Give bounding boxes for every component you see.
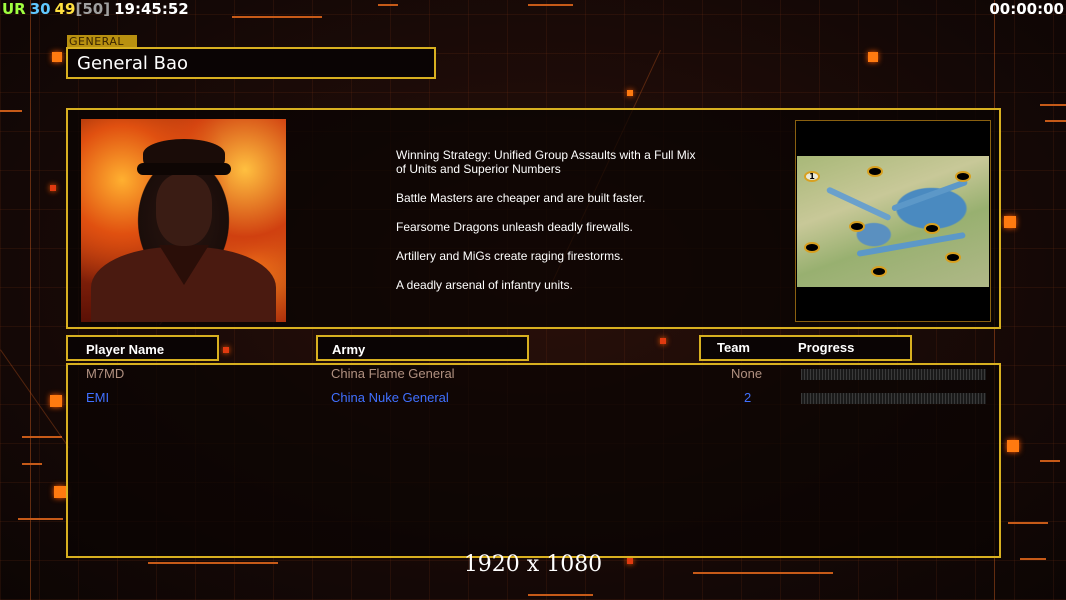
hud-stat-part: 30 [29,0,51,18]
map-player-marker: 1 [809,172,815,181]
hud-stats: UR 30 49[50] 19:45:52 [2,0,189,19]
strategy-line: Artillery and MiGs create raging firesto… [396,249,624,263]
strategy-line: Battle Masters are cheaper and are built… [396,191,646,205]
army-header: Army [316,335,529,361]
team-header-label: Team [717,340,750,355]
player-progress-bar [801,393,986,404]
table-row: M7MD China Flame General None [68,366,999,384]
progress-header-label: Progress [798,340,855,355]
map-image: 1 [797,156,989,287]
player-progress-bar [801,369,986,380]
strategy-line: Winning Strategy: Unified Group Assaults… [396,148,696,176]
strategy-description: Winning Strategy: Unified Group Assaults… [396,148,696,307]
resolution-label: 1920 x 1080 [463,552,603,577]
player-team: 2 [744,390,752,405]
player-name: M7MD [86,366,125,381]
hud-stat-part: 19:45:52 [114,0,189,18]
strategy-line: A deadly arsenal of infantry units. [396,278,573,292]
general-name: General Bao [77,53,189,74]
army-header-label: Army [332,342,366,357]
general-name-box: General Bao [66,47,436,79]
player-team: None [731,366,763,381]
table-row: EMI China Nuke General 2 [68,390,999,408]
strategy-line: Fearsome Dragons unleash deadly firewall… [396,220,633,234]
hud-stat-part: 49 [54,0,76,18]
map-preview: 1 [795,120,991,322]
game-timer: 00:00:00 [989,0,1064,18]
hud-stat-part: UR [2,0,26,18]
player-list: M7MD China Flame General None EMI China … [66,363,1001,558]
player-army: China Flame General [331,366,455,381]
hud-stat-part: [50] [75,0,111,18]
player-army: China Nuke General [331,390,449,405]
general-info-panel: Winning Strategy: Unified Group Assaults… [66,108,1001,329]
player-name-header: Player Name [66,335,219,361]
player-name-header-label: Player Name [86,342,165,357]
general-portrait [81,119,286,322]
team-progress-header: Team Progress [699,335,912,361]
player-name: EMI [86,390,110,405]
